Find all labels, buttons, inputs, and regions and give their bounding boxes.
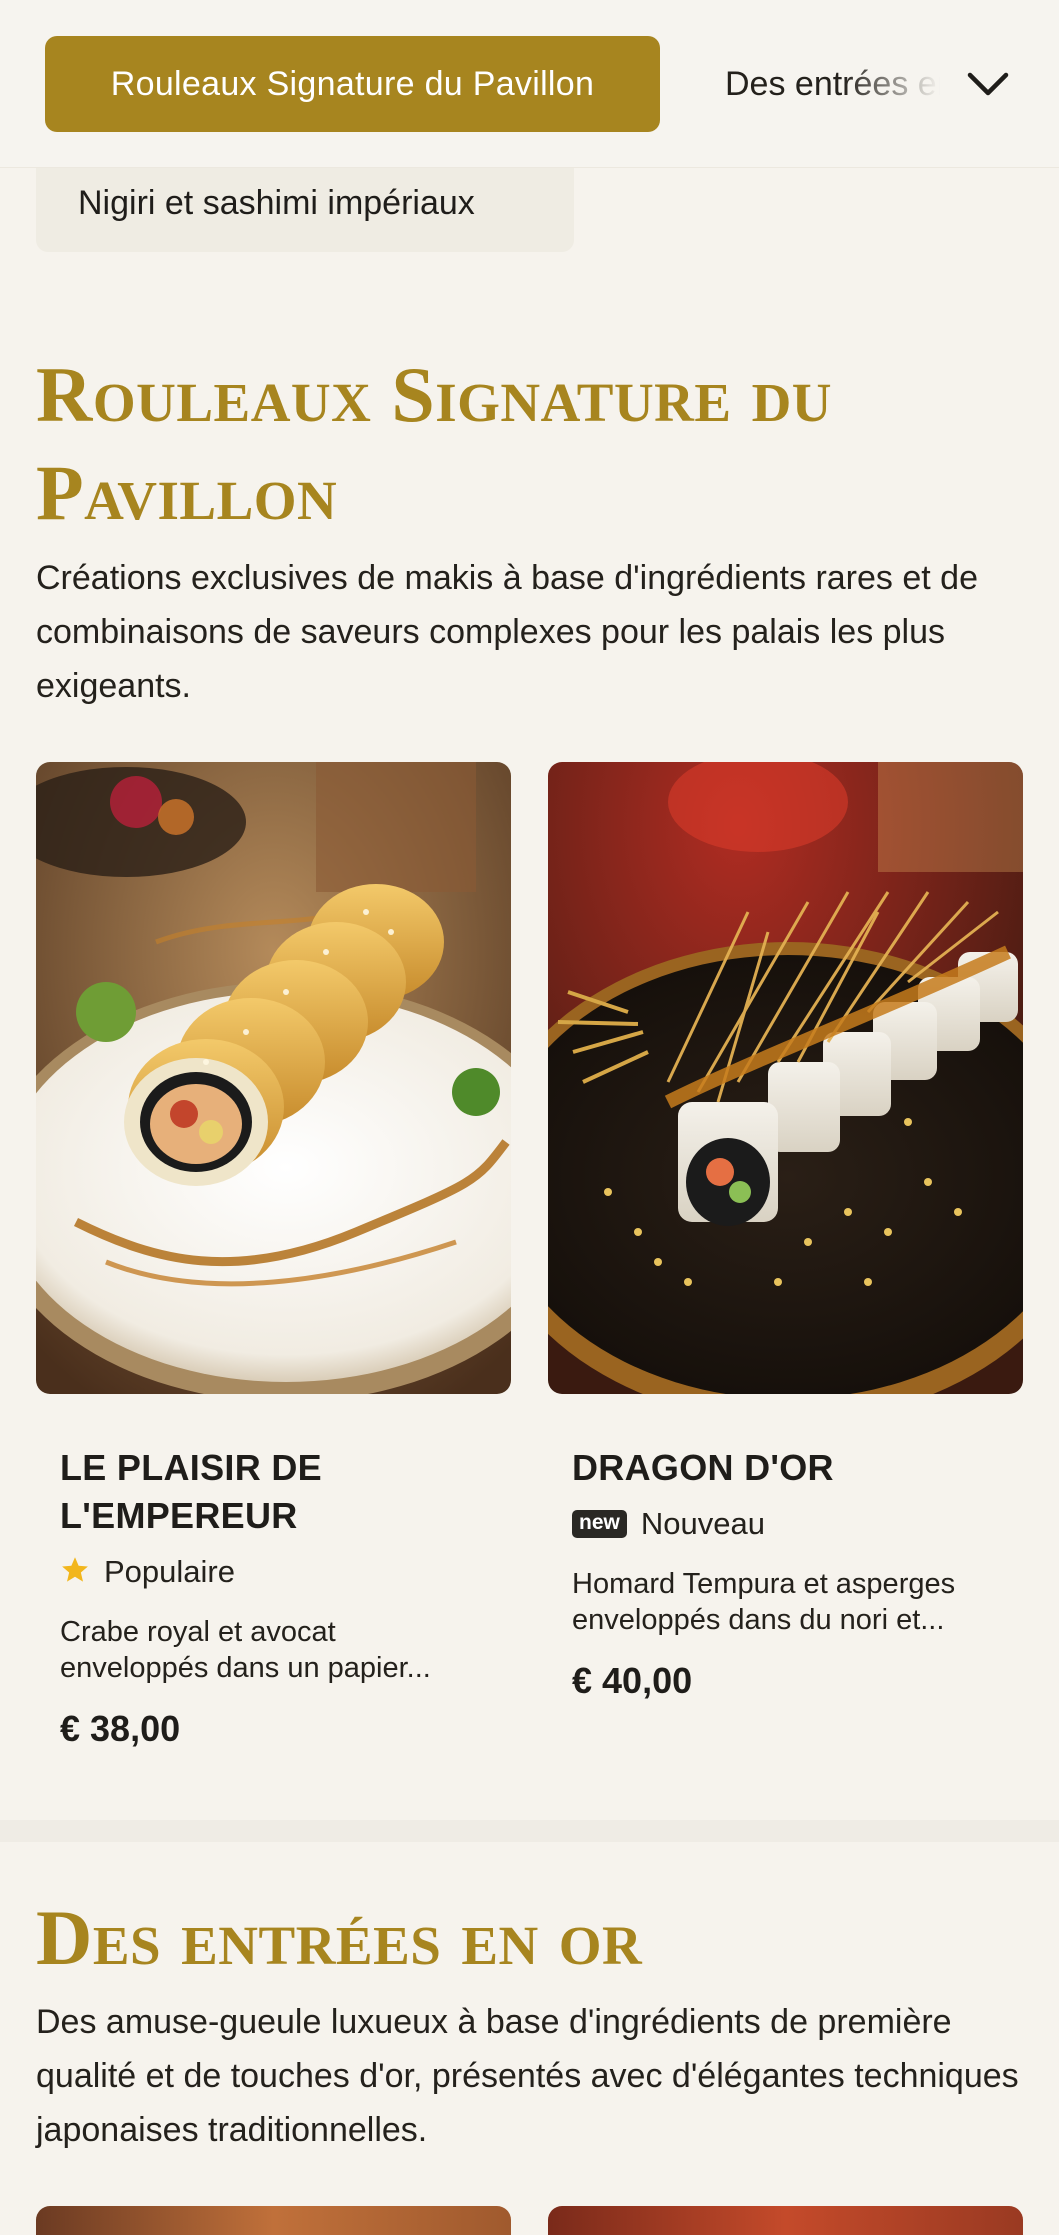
category-pill-golden-starters[interactable]: Des entrées en or <box>725 36 940 132</box>
section-description-golden-starters: Des amuse-gueule luxueux à base d'ingréd… <box>36 2003 1019 2149</box>
chevron-down-icon[interactable] <box>962 58 1014 110</box>
star-icon <box>60 1555 90 1590</box>
product-card[interactable]: DRAGON D'OR new Nouveau Homard Tempura e… <box>548 762 1023 1702</box>
section-divider <box>0 1820 1059 1842</box>
section-description-signature-rolls: Créations exclusives de makis à base d'i… <box>36 559 978 705</box>
section-title-signature-rolls: Rouleaux Signature du Pavillon <box>36 351 833 536</box>
category-pill-signature-rolls[interactable]: Rouleaux Signature du Pavillon <box>45 36 660 132</box>
product-description: Homard Tempura et asperges enveloppés da… <box>572 1568 956 1636</box>
product-badge: Populaire <box>60 1552 511 1592</box>
product-price: € 40,00 <box>572 1660 693 1701</box>
product-card[interactable]: LE PLAISIR DE L'EMPEREUR Populaire Crabe… <box>36 762 511 1750</box>
product-name: LE PLAISIR DE L'EMPEREUR <box>60 1447 322 1536</box>
badge-label: Populaire <box>104 1554 235 1589</box>
product-image-golden-dragon <box>548 762 1023 1394</box>
product-name: DRAGON D'OR <box>572 1447 834 1488</box>
product-description: Crabe royal et avocat enveloppés dans un… <box>60 1616 431 1684</box>
product-badge: new Nouveau <box>572 1504 1023 1544</box>
product-image-emperor-roll <box>36 762 511 1394</box>
product-image-peek[interactable] <box>548 2206 1023 2235</box>
product-image-peek[interactable] <box>36 2206 511 2235</box>
section-title-golden-starters: Des entrées en or <box>36 1894 643 1981</box>
category-pill-nigiri-sashimi[interactable]: Nigiri et sashimi impériaux <box>36 168 574 252</box>
badge-label: Nouveau <box>640 1506 765 1541</box>
product-price: € 38,00 <box>60 1708 181 1749</box>
category-nav: Rouleaux Signature du Pavillon Des entré… <box>0 0 1059 168</box>
new-tag: new <box>572 1510 627 1538</box>
